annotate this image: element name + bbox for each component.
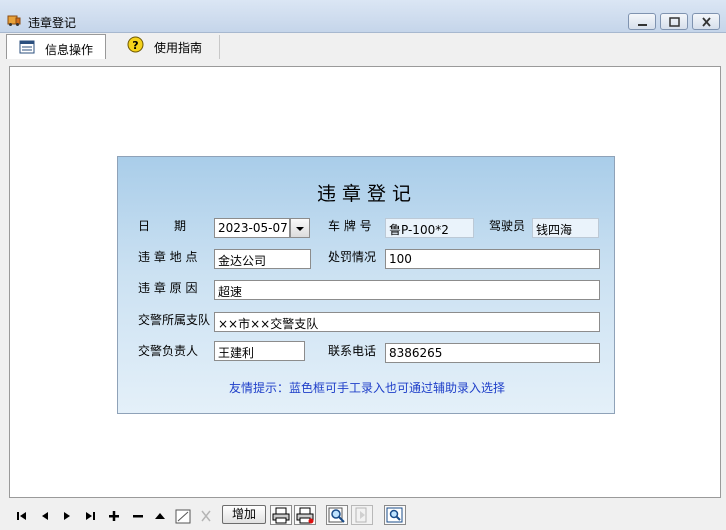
squad-label: 交警所属支队 bbox=[138, 313, 211, 327]
close-button[interactable] bbox=[692, 13, 720, 30]
previous-record-icon[interactable] bbox=[40, 506, 50, 526]
title-bar: 违章登记 bbox=[0, 0, 726, 33]
form-title: 违章登记 bbox=[316, 183, 417, 205]
search-icon[interactable] bbox=[326, 505, 348, 525]
maximize-button[interactable] bbox=[660, 13, 688, 30]
svg-text:?: ? bbox=[132, 39, 138, 52]
content-area: 违章登记 日 期 2023-05-07 车 牌 号 鲁P-100*2 驾驶员 钱… bbox=[9, 66, 721, 498]
tab-user-guide[interactable]: ? 使用指南 bbox=[108, 33, 220, 59]
squad-field[interactable]: ××市××交警支队 bbox=[214, 312, 600, 332]
window-title: 违章登记 bbox=[28, 16, 77, 30]
grid-icon bbox=[19, 40, 35, 56]
view-record-icon[interactable] bbox=[384, 505, 406, 525]
hint-text: 友情提示：蓝色框可手工录入也可通过辅助录入选择 bbox=[228, 381, 505, 395]
date-dropdown-button[interactable] bbox=[290, 218, 310, 238]
plate-field[interactable]: 鲁P-100*2 bbox=[385, 218, 474, 238]
print-icon[interactable] bbox=[270, 505, 292, 525]
tab-info-operations[interactable]: 信息操作 bbox=[6, 34, 106, 59]
plate-label: 车 牌 号 bbox=[328, 219, 372, 233]
cancel-edit-icon bbox=[199, 506, 213, 526]
location-field[interactable]: 金达公司 bbox=[214, 249, 311, 269]
penalty-field[interactable]: 100 bbox=[385, 249, 600, 269]
add-button[interactable]: 增加 bbox=[222, 505, 266, 524]
save-record-icon[interactable] bbox=[175, 506, 191, 526]
exit-icon bbox=[351, 505, 373, 525]
phone-field[interactable]: 8386265 bbox=[385, 343, 600, 363]
officer-field[interactable]: 王建利 bbox=[214, 341, 305, 361]
delete-record-icon[interactable] bbox=[132, 506, 144, 526]
minimize-button[interactable] bbox=[628, 13, 656, 30]
date-field[interactable]: 2023-05-07 bbox=[214, 218, 290, 238]
officer-label: 交警负责人 bbox=[138, 344, 199, 358]
reason-label: 违 章 原 因 bbox=[138, 281, 198, 295]
tab-strip: 信息操作 ? 使用指南 bbox=[0, 33, 726, 61]
app-icon bbox=[7, 13, 21, 26]
driver-field[interactable]: 钱四海 bbox=[532, 218, 599, 238]
violation-form-panel: 违章登记 日 期 2023-05-07 车 牌 号 鲁P-100*2 驾驶员 钱… bbox=[117, 156, 615, 414]
driver-label: 驾驶员 bbox=[489, 219, 526, 233]
penalty-label: 处罚情况 bbox=[328, 250, 377, 264]
add-record-icon[interactable] bbox=[108, 506, 120, 526]
print-preview-icon[interactable] bbox=[294, 505, 316, 525]
phone-label: 联系电话 bbox=[328, 344, 377, 358]
tab-label: 信息操作 bbox=[45, 43, 94, 57]
tab-label: 使用指南 bbox=[154, 41, 203, 55]
bottom-toolbar: 增加 bbox=[0, 502, 726, 530]
location-label: 违 章 地 点 bbox=[138, 250, 198, 264]
last-record-icon[interactable] bbox=[84, 506, 96, 526]
date-label: 日 期 bbox=[138, 219, 187, 233]
tab-divider bbox=[219, 35, 220, 59]
edit-record-icon[interactable] bbox=[154, 506, 166, 526]
first-record-icon[interactable] bbox=[16, 506, 28, 526]
next-record-icon[interactable] bbox=[62, 506, 72, 526]
help-icon: ? bbox=[127, 36, 144, 53]
reason-field[interactable]: 超速 bbox=[214, 280, 600, 300]
